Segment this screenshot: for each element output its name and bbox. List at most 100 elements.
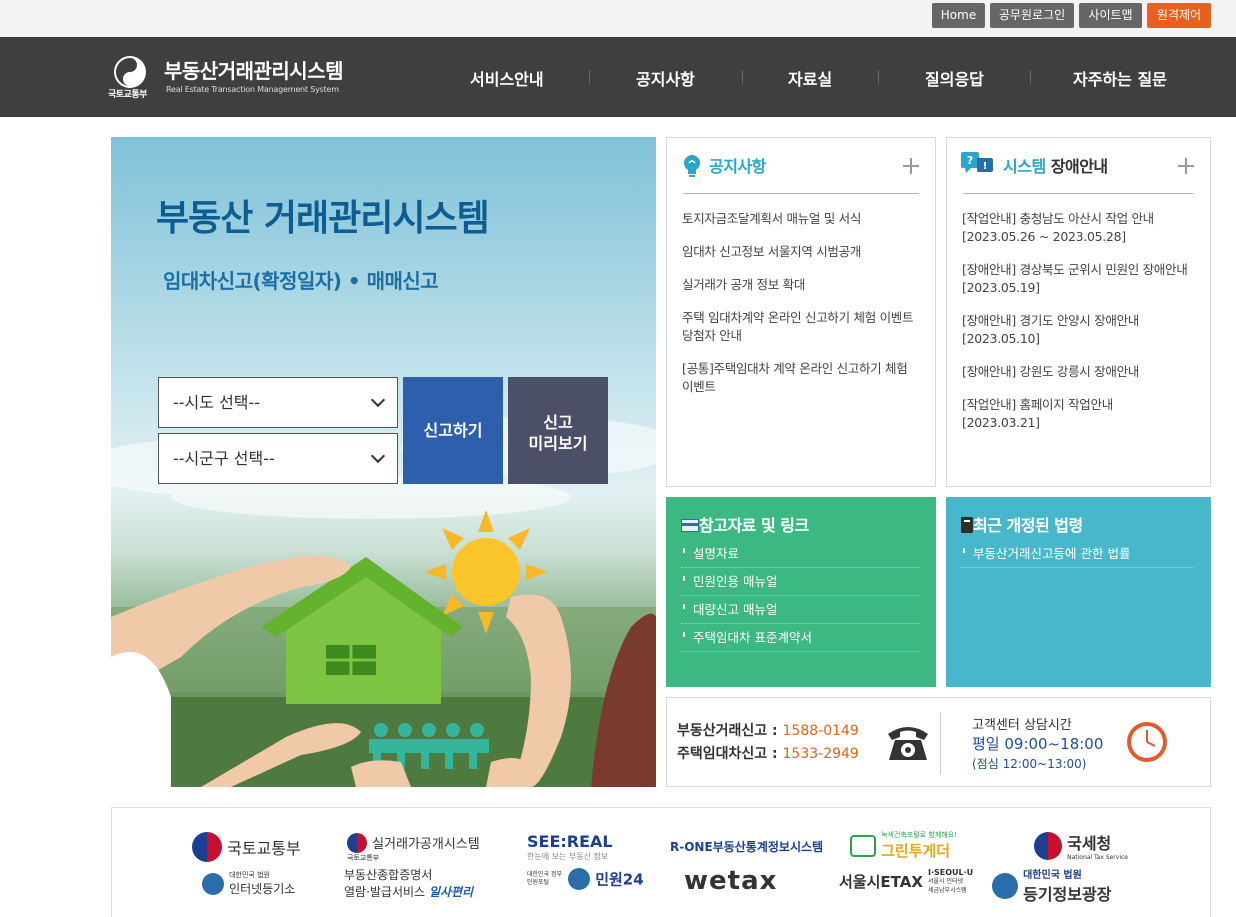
outage-title-accent: 시스템 — [1003, 157, 1046, 176]
remote-control-button[interactable]: 원격제어 — [1147, 3, 1211, 28]
references-title[interactable]: 참고자료 및 링크 — [681, 512, 809, 536]
outage-list: [작업안내] 충청남도 아산시 작업 안내 [2023.05.26 ~ 2023… — [962, 210, 1190, 447]
book-icon — [961, 517, 973, 533]
seereal-logo[interactable]: SEE:REAL 한눈에 보는 부동산 정보 — [527, 832, 613, 862]
notice-list: 토지자금조달계획서 매뉴얼 및 서식 임대차 신고정보 서울지역 시범공개 실거… — [682, 210, 915, 411]
reference-item[interactable]: 주택임대차 표준계약서 — [681, 624, 919, 652]
hotline-number[interactable]: 1533-2949 — [783, 746, 859, 762]
header: 국토교통부 부동산거래관리시스템 Real Estate Transaction… — [0, 37, 1236, 117]
references-title-text: 참고자료 및 링크 — [699, 516, 809, 535]
reference-item[interactable]: 민원인용 매뉴얼 — [681, 568, 919, 596]
logo-label: 그린투게더 — [881, 842, 951, 860]
notice-item[interactable]: 토지자금조달계획서 매뉴얼 및 서식 — [682, 210, 915, 228]
logo-label: 국세청 — [1067, 834, 1112, 853]
related-sites: 국토교통부 실거래가공개시스템 국토교통부 SEE:REAL 한눈에 보는 부동… — [111, 807, 1211, 917]
kras-logo[interactable]: 부동산종합증명서 열람·발급서비스 일사편리 — [344, 866, 473, 900]
hero-title: 부동산 거래관리시스템 — [156, 198, 490, 239]
preview-label-line2: 미리보기 — [528, 434, 588, 453]
registry-data-logo[interactable]: 대한민국 법원 등기정보광장 — [992, 866, 1111, 905]
molit-logo[interactable]: 국토교통부 — [192, 832, 301, 862]
logo-label: 인터넷등기소 — [229, 882, 296, 896]
sigungu-select[interactable]: --시군구 선택-- — [158, 433, 398, 484]
outage-item[interactable]: [작업안내] 충청남도 아산시 작업 안내 [2023.05.26 ~ 2023… — [962, 210, 1190, 246]
law-item[interactable]: 부동산거래신고등에 관한 법률 — [961, 540, 1194, 568]
outage-item[interactable]: [장애안내] 경기도 안양시 장애안내 [2023.05.10] — [962, 312, 1190, 348]
logo-label: 실거래가공개시스템 — [372, 837, 480, 852]
nav-service-guide[interactable]: 서비스안내 — [470, 66, 544, 90]
notice-item[interactable]: 임대차 신고정보 서울지역 시범공개 — [682, 243, 915, 261]
notice-item[interactable]: 실거래가 공개 정보 확대 — [682, 276, 915, 294]
logo-label: 국토교통부 — [227, 839, 301, 858]
divider — [963, 193, 1194, 194]
logo-label: 민원24 — [595, 870, 644, 889]
outage-item[interactable]: [장애안내] 경상북도 군위시 민원인 장애안내 [2023.05.19] — [962, 261, 1190, 297]
laws-list: 부동산거래신고등에 관한 법률 — [961, 540, 1194, 568]
greentogether-logo[interactable]: 녹색건축포털로 함께해요! 그린투게더 — [850, 830, 957, 861]
logo-small: 세금납부시스템 — [927, 887, 967, 894]
report-button[interactable]: 신고하기 — [403, 377, 503, 484]
laws-title[interactable]: 최근 개정된 법령 — [961, 512, 1083, 536]
hotline-number[interactable]: 1588-0149 — [783, 723, 859, 739]
chevron-down-icon — [370, 392, 386, 408]
reference-item[interactable]: 설명자료 — [681, 540, 919, 568]
laws-title-text: 최근 개정된 법령 — [973, 516, 1083, 535]
logo-label-line1: 부동산종합증명서 — [344, 868, 433, 882]
nts-logo[interactable]: 국세청 National Tax Service — [1034, 830, 1128, 861]
nav-notice[interactable]: 공지사항 — [636, 66, 695, 90]
lease-hotline: 주택임대차신고 : 1533-2949 — [677, 743, 859, 763]
utility-bar: Home 공무원로그인 사이트맵 원격제어 — [0, 0, 1236, 37]
official-login-button[interactable]: 공무원로그인 — [990, 3, 1074, 28]
sitemap-button[interactable]: 사이트맵 — [1079, 3, 1142, 28]
logo-small: 녹색건축포털로 함께해요! — [881, 831, 957, 839]
notice-item[interactable]: 주택 임대차계약 온라인 신고하기 체험 이벤트 당첨자 안내 — [682, 309, 915, 345]
logo-small: 대한민국 정부민원포털 — [527, 871, 563, 886]
logo-label-line2: 열람·발급서비스 일사편리 — [344, 885, 474, 899]
nav-qna[interactable]: 질의응답 — [925, 66, 984, 90]
notice-title[interactable]: 공지사항 — [709, 153, 766, 177]
reference-item[interactable]: 대량신고 매뉴얼 — [681, 596, 919, 624]
ministry-label: 국토교통부 — [108, 90, 147, 100]
minwon24-logo[interactable]: 대한민국 정부민원포털 민원24 — [527, 868, 644, 890]
logo-small: National Tax Service — [1067, 854, 1128, 861]
svg-text:?: ? — [967, 154, 973, 167]
hero-banner: 부동산 거래관리시스템 임대차신고(확정일자) • 매매신고 --시도 선택--… — [111, 137, 656, 787]
sido-select-value: --시도 선택-- — [173, 393, 261, 412]
outage-more-plus-icon[interactable] — [1178, 158, 1194, 174]
outage-title-rest: 장애안내 — [1050, 157, 1108, 176]
home-button[interactable]: Home — [932, 3, 985, 28]
wetax-logo[interactable]: wetax — [684, 866, 777, 896]
logo-small: 대한민국 법원 — [1023, 870, 1082, 881]
laws-tile: 최근 개정된 법령 부동산거래신고등에 관한 법률 — [946, 497, 1211, 687]
rone-logo[interactable]: R-ONE부동산통계정보시스템 — [670, 836, 823, 855]
notice-item[interactable]: [공통]주택임대차 계약 온라인 신고하기 체험 이벤트 — [682, 360, 915, 396]
logo-small: 국토교통부 — [347, 853, 380, 862]
hotline-label: 주택임대차신고 : — [677, 746, 783, 762]
sido-select[interactable]: --시도 선택-- — [158, 377, 398, 428]
hours-title: 고객센터 상담시간 — [972, 718, 1072, 733]
logo-label: 등기정보광장 — [1023, 885, 1112, 904]
outage-panel: ? ! 시스템 장애안내 [작업안내] 충청남도 아산시 작업 안내 [2023… — [946, 137, 1211, 487]
house-icon — [850, 834, 876, 857]
outage-title[interactable]: 시스템 장애안내 — [1003, 153, 1108, 177]
lunch-text: (점심 12:00~13:00) — [972, 757, 1087, 771]
minwon-icon — [568, 868, 591, 890]
chevron-down-icon — [370, 448, 386, 464]
divider — [940, 712, 941, 774]
report-preview-button[interactable]: 신고 미리보기 — [508, 377, 608, 484]
notice-more-plus-icon[interactable] — [903, 158, 919, 174]
iros-logo[interactable]: 대한민국 법원 인터넷등기소 — [202, 870, 295, 897]
site-title[interactable]: 부동산거래관리시스템 — [164, 55, 344, 84]
outage-item[interactable]: [장애안내] 강원도 강릉시 장애안내 — [962, 363, 1190, 381]
hero-subtitle: 임대차신고(확정일자) • 매매신고 — [163, 269, 439, 293]
nav-faq[interactable]: 자주하는 질문 — [1073, 66, 1167, 90]
etax-logo[interactable]: 서울시ETAX I·SEOUL·U 서울시 인터넷 세금납부시스템 — [839, 868, 973, 895]
rtms-logo[interactable]: 실거래가공개시스템 국토교통부 — [347, 832, 480, 863]
divider — [683, 193, 919, 194]
hotline-label: 부동산거래신고 : — [677, 723, 783, 739]
svg-text:!: ! — [983, 161, 988, 172]
question-icon: ? ! — [961, 152, 995, 180]
outage-item[interactable]: [작업안내] 홈페이지 작업안내 [2023.03.21] — [962, 396, 1190, 432]
nav-archive[interactable]: 자료실 — [788, 66, 832, 90]
logo-label: SEE:REAL — [527, 832, 613, 851]
logo-brand: 일사편리 — [428, 885, 474, 899]
